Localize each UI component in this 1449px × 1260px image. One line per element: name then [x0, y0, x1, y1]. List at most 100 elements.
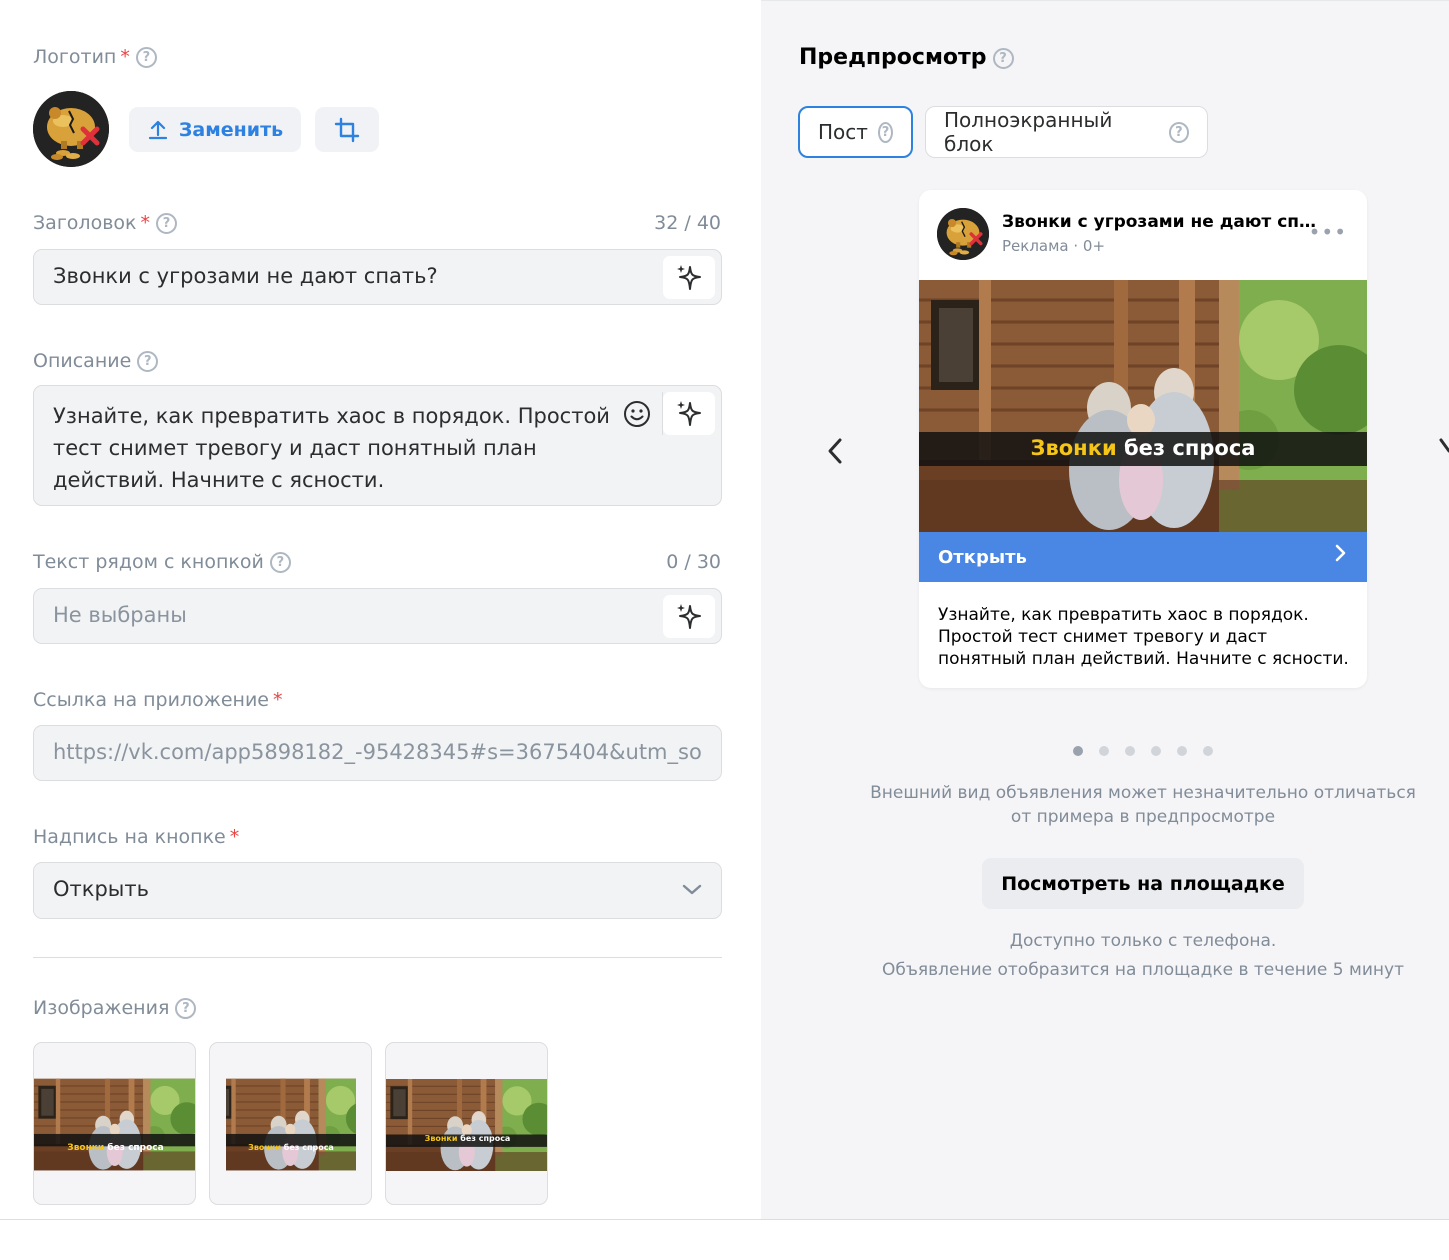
help-icon[interactable]: ?: [156, 213, 177, 234]
carousel-dot[interactable]: [1099, 746, 1109, 756]
upload-icon: [148, 120, 167, 139]
app-link-label-text: Ссылка на приложение: [33, 689, 269, 711]
images-label: Изображения?: [33, 997, 197, 1019]
button-text-label: Текст рядом с кнопкой?: [33, 551, 291, 573]
chevron-left-icon: [828, 438, 842, 464]
banner-highlight: Звонки: [424, 1134, 458, 1143]
required-mark: *: [273, 689, 283, 711]
required-mark: *: [120, 46, 130, 68]
tab-fullscreen[interactable]: Полноэкранный блок?: [925, 106, 1208, 158]
tab-post-label: Пост: [818, 120, 868, 144]
view-on-site-label: Посмотреть на площадке: [1001, 872, 1285, 895]
crop-logo-button[interactable]: [315, 107, 379, 152]
ad-form: Логотип *? Заменить Заголовок *? 32 / 40 З…: [0, 0, 761, 1220]
help-icon[interactable]: ?: [877, 121, 893, 143]
description-label: Описание?: [33, 350, 159, 372]
availability-note-2: Объявление отобразится на площадке в теч…: [882, 960, 1404, 980]
bottom-border: [0, 1219, 1449, 1220]
carousel-dots: [1073, 746, 1213, 756]
logo-label-text: Логотип: [33, 46, 117, 68]
ai-generate-button[interactable]: [663, 392, 715, 435]
description-label-text: Описание: [33, 350, 132, 372]
ai-generate-button[interactable]: [663, 595, 715, 638]
ad-preview-card: Звонки с угрозами не дают спат... Реклам…: [919, 190, 1367, 688]
carousel-prev-button[interactable]: [825, 435, 845, 475]
thumbnail-banner: Звонки без спроса: [386, 1134, 547, 1143]
card-cta-label: Открыть: [938, 546, 1027, 568]
headline-counter: 32 / 40: [654, 212, 721, 234]
cta-label-label: Надпись на кнопке *: [33, 826, 239, 848]
headline-input[interactable]: Звонки с угрозами не дают спать?: [33, 249, 722, 305]
help-icon[interactable]: ?: [269, 552, 291, 573]
replace-logo-button[interactable]: Заменить: [129, 107, 301, 152]
help-icon[interactable]: ?: [135, 47, 157, 68]
tab-fullscreen-label: Полноэкранный блок: [944, 108, 1113, 156]
cta-label-value: Открыть: [53, 877, 149, 901]
button-text-counter: 0 / 30: [666, 551, 721, 573]
view-on-site-button[interactable]: Посмотреть на площадке: [982, 858, 1304, 909]
cta-label-label-text: Надпись на кнопке: [33, 826, 226, 848]
crop-icon: [334, 117, 360, 142]
carousel-dot[interactable]: [1073, 746, 1083, 756]
card-cta-button[interactable]: Открыть: [919, 532, 1367, 582]
preview-title: Предпросмотр?: [799, 45, 1014, 70]
help-icon[interactable]: ?: [1168, 121, 1189, 143]
app-link-value: https://vk.com/app5898182_-95428345#s=36…: [53, 740, 703, 764]
images-label-text: Изображения: [33, 997, 170, 1019]
sparkle-icon: [673, 398, 705, 430]
carousel-next-button[interactable]: [1439, 435, 1449, 475]
tab-post[interactable]: Пост?: [798, 106, 913, 158]
required-mark: *: [229, 826, 240, 848]
emoji-button[interactable]: [611, 392, 663, 435]
image-thumbnail-portrait[interactable]: Звонки без спроса: [209, 1042, 372, 1205]
preview-title-text: Предпросмотр: [799, 45, 987, 70]
sparkle-icon: [673, 262, 705, 294]
description-textarea[interactable]: Узнайте, как превратить хаос в порядок. …: [33, 385, 722, 506]
preview-disclaimer: Внешний вид объявления может незначитель…: [870, 783, 1416, 827]
replace-logo-label: Заменить: [178, 118, 284, 141]
help-icon[interactable]: ?: [992, 48, 1014, 69]
button-text-label-text: Текст рядом с кнопкой: [33, 551, 264, 573]
required-mark: *: [140, 212, 151, 234]
help-icon[interactable]: ?: [175, 998, 197, 1019]
card-subtitle: Реклама · 0+: [1002, 237, 1106, 255]
chevron-right-icon: [1439, 438, 1449, 453]
card-avatar: [937, 208, 989, 260]
headline-label-text: Заголовок: [33, 212, 137, 234]
availability-note-1: Доступно только с телефона.: [1009, 931, 1277, 951]
cta-label-select[interactable]: Открыть: [33, 862, 722, 919]
thumbnail-banner: Звонки без спроса: [226, 1143, 356, 1152]
logo-avatar: [33, 91, 109, 167]
carousel-dot[interactable]: [1203, 746, 1213, 756]
button-text-input[interactable]: Не выбраны: [33, 588, 722, 644]
banner-highlight: Звонки: [1030, 436, 1117, 460]
card-image: Звонки без спроса: [919, 280, 1367, 532]
help-icon[interactable]: ?: [137, 351, 159, 372]
banner-rest: без спроса: [1116, 436, 1256, 460]
image-thumbnail-wide[interactable]: Звонки без спроса: [385, 1042, 548, 1205]
banner-highlight: Звонки: [67, 1143, 105, 1153]
emoji-icon: [623, 400, 650, 427]
carousel-dot[interactable]: [1177, 746, 1187, 756]
description-value: Узнайте, как превратить хаос в порядок. …: [53, 404, 610, 492]
carousel-dot[interactable]: [1125, 746, 1135, 756]
card-title: Звонки с угрозами не дают спат...: [1002, 212, 1322, 232]
banner-rest: без спроса: [457, 1134, 511, 1143]
ai-generate-button[interactable]: [663, 256, 715, 299]
divider: [33, 957, 722, 958]
carousel-dot[interactable]: [1151, 746, 1161, 756]
image-thumbnail-square[interactable]: Звонки без спроса: [33, 1042, 196, 1205]
chevron-right-icon: [1335, 544, 1346, 562]
headline-label: Заголовок *?: [33, 212, 177, 234]
sparkle-icon: [673, 601, 705, 633]
app-link-input[interactable]: https://vk.com/app5898182_-95428345#s=36…: [33, 725, 722, 781]
more-icon[interactable]: •••: [1309, 220, 1347, 244]
banner-highlight: Звонки: [248, 1143, 281, 1152]
button-text-placeholder: Не выбраны: [53, 603, 187, 627]
app-link-label: Ссылка на приложение *: [33, 689, 283, 711]
card-description: Узнайте, как превратить хаос в порядок. …: [938, 605, 1349, 669]
chevron-down-icon: [682, 884, 702, 895]
preview-panel: Предпросмотр? Пост? Полноэкранный блок? …: [761, 0, 1449, 1220]
card-image-banner: Звонки без спроса: [919, 436, 1367, 460]
banner-rest: без спроса: [280, 1143, 334, 1152]
